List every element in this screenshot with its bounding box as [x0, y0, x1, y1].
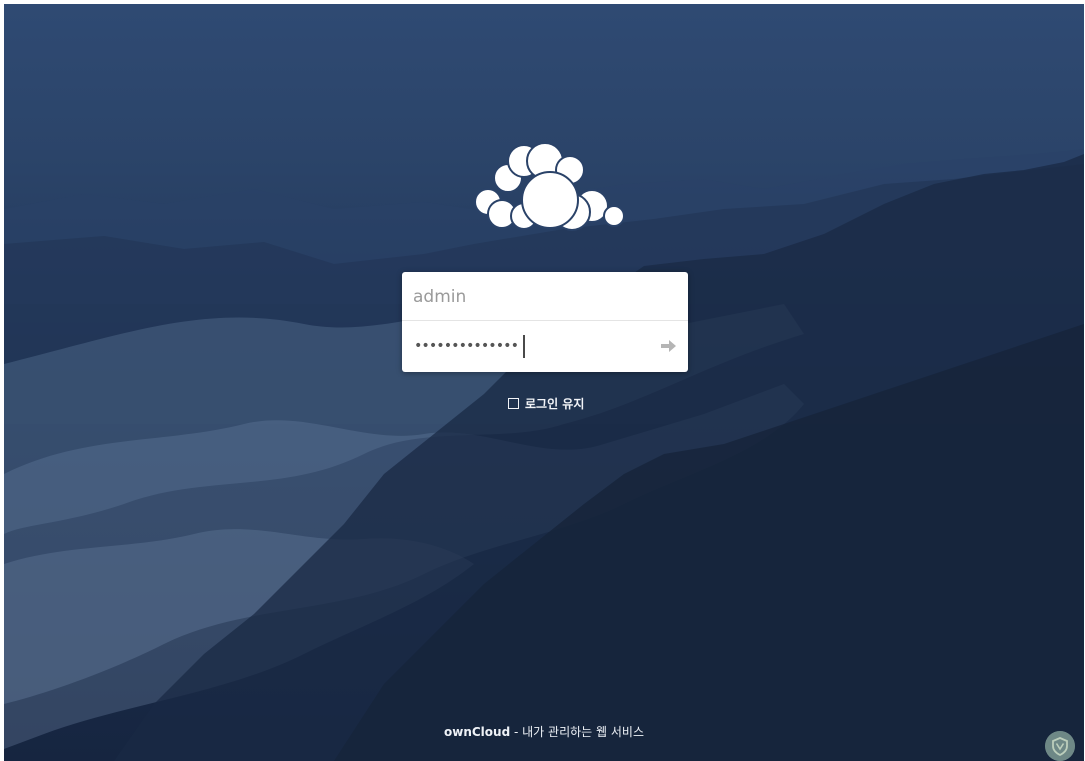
password-input[interactable]: ••••••••••••••: [414, 336, 519, 356]
username-field-wrapper: [402, 272, 688, 321]
remember-login-option[interactable]: 로그인 유지: [508, 394, 584, 412]
footer: ownCloud - 내가 관리하는 웹 서비스: [4, 723, 1084, 740]
shield-icon[interactable]: [1045, 731, 1075, 761]
footer-separator: -: [510, 725, 523, 739]
footer-brand[interactable]: ownCloud: [444, 725, 510, 739]
remember-login-checkbox[interactable]: [508, 397, 519, 409]
username-input[interactable]: [402, 272, 642, 321]
remember-login-label: 로그인 유지: [525, 396, 585, 411]
login-form: ••••••••••••••: [402, 272, 688, 372]
mountain-background: [4, 149, 1084, 761]
arrow-right-icon[interactable]: [658, 336, 680, 356]
login-page: •••••••••••••• 로그인 유지 ownCloud - 내가 관리하는…: [4, 4, 1084, 761]
footer-tagline: 내가 관리하는 웹 서비스: [522, 725, 644, 739]
password-field-wrapper: ••••••••••••••: [402, 322, 688, 371]
owncloud-cloud-icon: [474, 144, 625, 231]
text-caret: [523, 335, 525, 358]
